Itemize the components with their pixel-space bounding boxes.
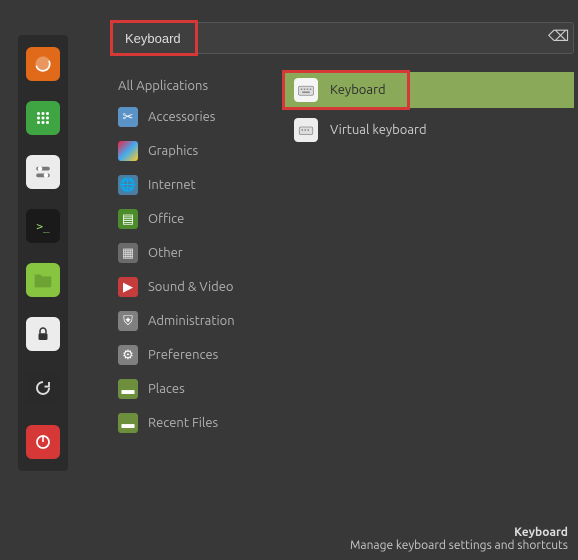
document-icon: ▤: [118, 209, 138, 229]
app-description-footer: Keyboard Manage keyboard settings and sh…: [350, 526, 568, 552]
footer-desc: Manage keyboard settings and shortcuts: [350, 539, 568, 552]
launcher-files[interactable]: [26, 263, 60, 297]
folder-icon: ▬: [118, 379, 138, 399]
search-container: ⌫: [112, 22, 574, 54]
launcher-apps[interactable]: [26, 101, 60, 135]
search-input[interactable]: [112, 22, 574, 54]
category-accessories[interactable]: ✂ Accessories: [112, 100, 274, 134]
category-graphics[interactable]: Graphics: [112, 134, 274, 168]
launcher-power[interactable]: [26, 425, 60, 459]
category-label: Graphics: [148, 144, 198, 158]
launcher-lock[interactable]: [26, 317, 60, 351]
power-icon: [34, 433, 52, 451]
result-keyboard[interactable]: Keyboard: [284, 72, 574, 108]
launcher-settings[interactable]: [26, 155, 60, 189]
results-list: Keyboard Virtual keyboard: [284, 72, 574, 440]
restart-icon: [34, 379, 52, 397]
category-label: Sound & Video: [148, 280, 234, 294]
menu-body: All Applications ✂ Accessories Graphics …: [112, 72, 574, 440]
category-preferences[interactable]: ⚙ Preferences: [112, 338, 274, 372]
category-label: Places: [148, 382, 185, 396]
category-office[interactable]: ▤ Office: [112, 202, 274, 236]
scissors-icon: ✂: [118, 107, 138, 127]
grid-icon: [34, 109, 52, 127]
shield-icon: ⛨: [118, 311, 138, 331]
play-icon: ▶: [118, 277, 138, 297]
category-all[interactable]: All Applications: [112, 72, 274, 100]
grid-icon: ▦: [118, 243, 138, 263]
category-label: Recent Files: [148, 416, 218, 430]
category-internet[interactable]: 🌐 Internet: [112, 168, 274, 202]
launcher-dock: >_: [18, 35, 68, 471]
sliders-icon: ⚙: [118, 345, 138, 365]
launcher-restart[interactable]: [26, 371, 60, 405]
category-label: Office: [148, 212, 184, 226]
category-label: All Applications: [118, 79, 208, 93]
result-label: Keyboard: [330, 83, 386, 97]
category-list: All Applications ✂ Accessories Graphics …: [112, 72, 274, 440]
toggle-icon: [34, 163, 52, 181]
virtual-keyboard-icon: [294, 118, 318, 142]
result-virtual-keyboard[interactable]: Virtual keyboard: [284, 112, 574, 148]
result-label: Virtual keyboard: [330, 123, 427, 137]
clear-search-icon[interactable]: ⌫: [548, 27, 568, 47]
launcher-terminal[interactable]: >_: [26, 209, 60, 243]
globe-icon: 🌐: [118, 175, 138, 195]
category-places[interactable]: ▬ Places: [112, 372, 274, 406]
category-other[interactable]: ▦ Other: [112, 236, 274, 270]
category-label: Internet: [148, 178, 196, 192]
category-label: Administration: [148, 314, 235, 328]
category-sound-video[interactable]: ▶ Sound & Video: [112, 270, 274, 304]
keyboard-icon: [294, 78, 318, 102]
start-menu: ⌫ All Applications ✂ Accessories Graphic…: [112, 22, 574, 560]
terminal-icon: >_: [36, 220, 49, 233]
category-recent[interactable]: ▬ Recent Files: [112, 406, 274, 440]
clock-folder-icon: ▬: [118, 413, 138, 433]
lock-icon: [34, 325, 52, 343]
category-label: Preferences: [148, 348, 218, 362]
firefox-icon: [33, 54, 53, 74]
category-label: Other: [148, 246, 183, 260]
category-administration[interactable]: ⛨ Administration: [112, 304, 274, 338]
launcher-firefox[interactable]: [26, 47, 60, 81]
palette-icon: [118, 141, 138, 161]
folder-icon: [32, 269, 54, 291]
category-label: Accessories: [148, 110, 215, 124]
footer-title: Keyboard: [350, 526, 568, 539]
